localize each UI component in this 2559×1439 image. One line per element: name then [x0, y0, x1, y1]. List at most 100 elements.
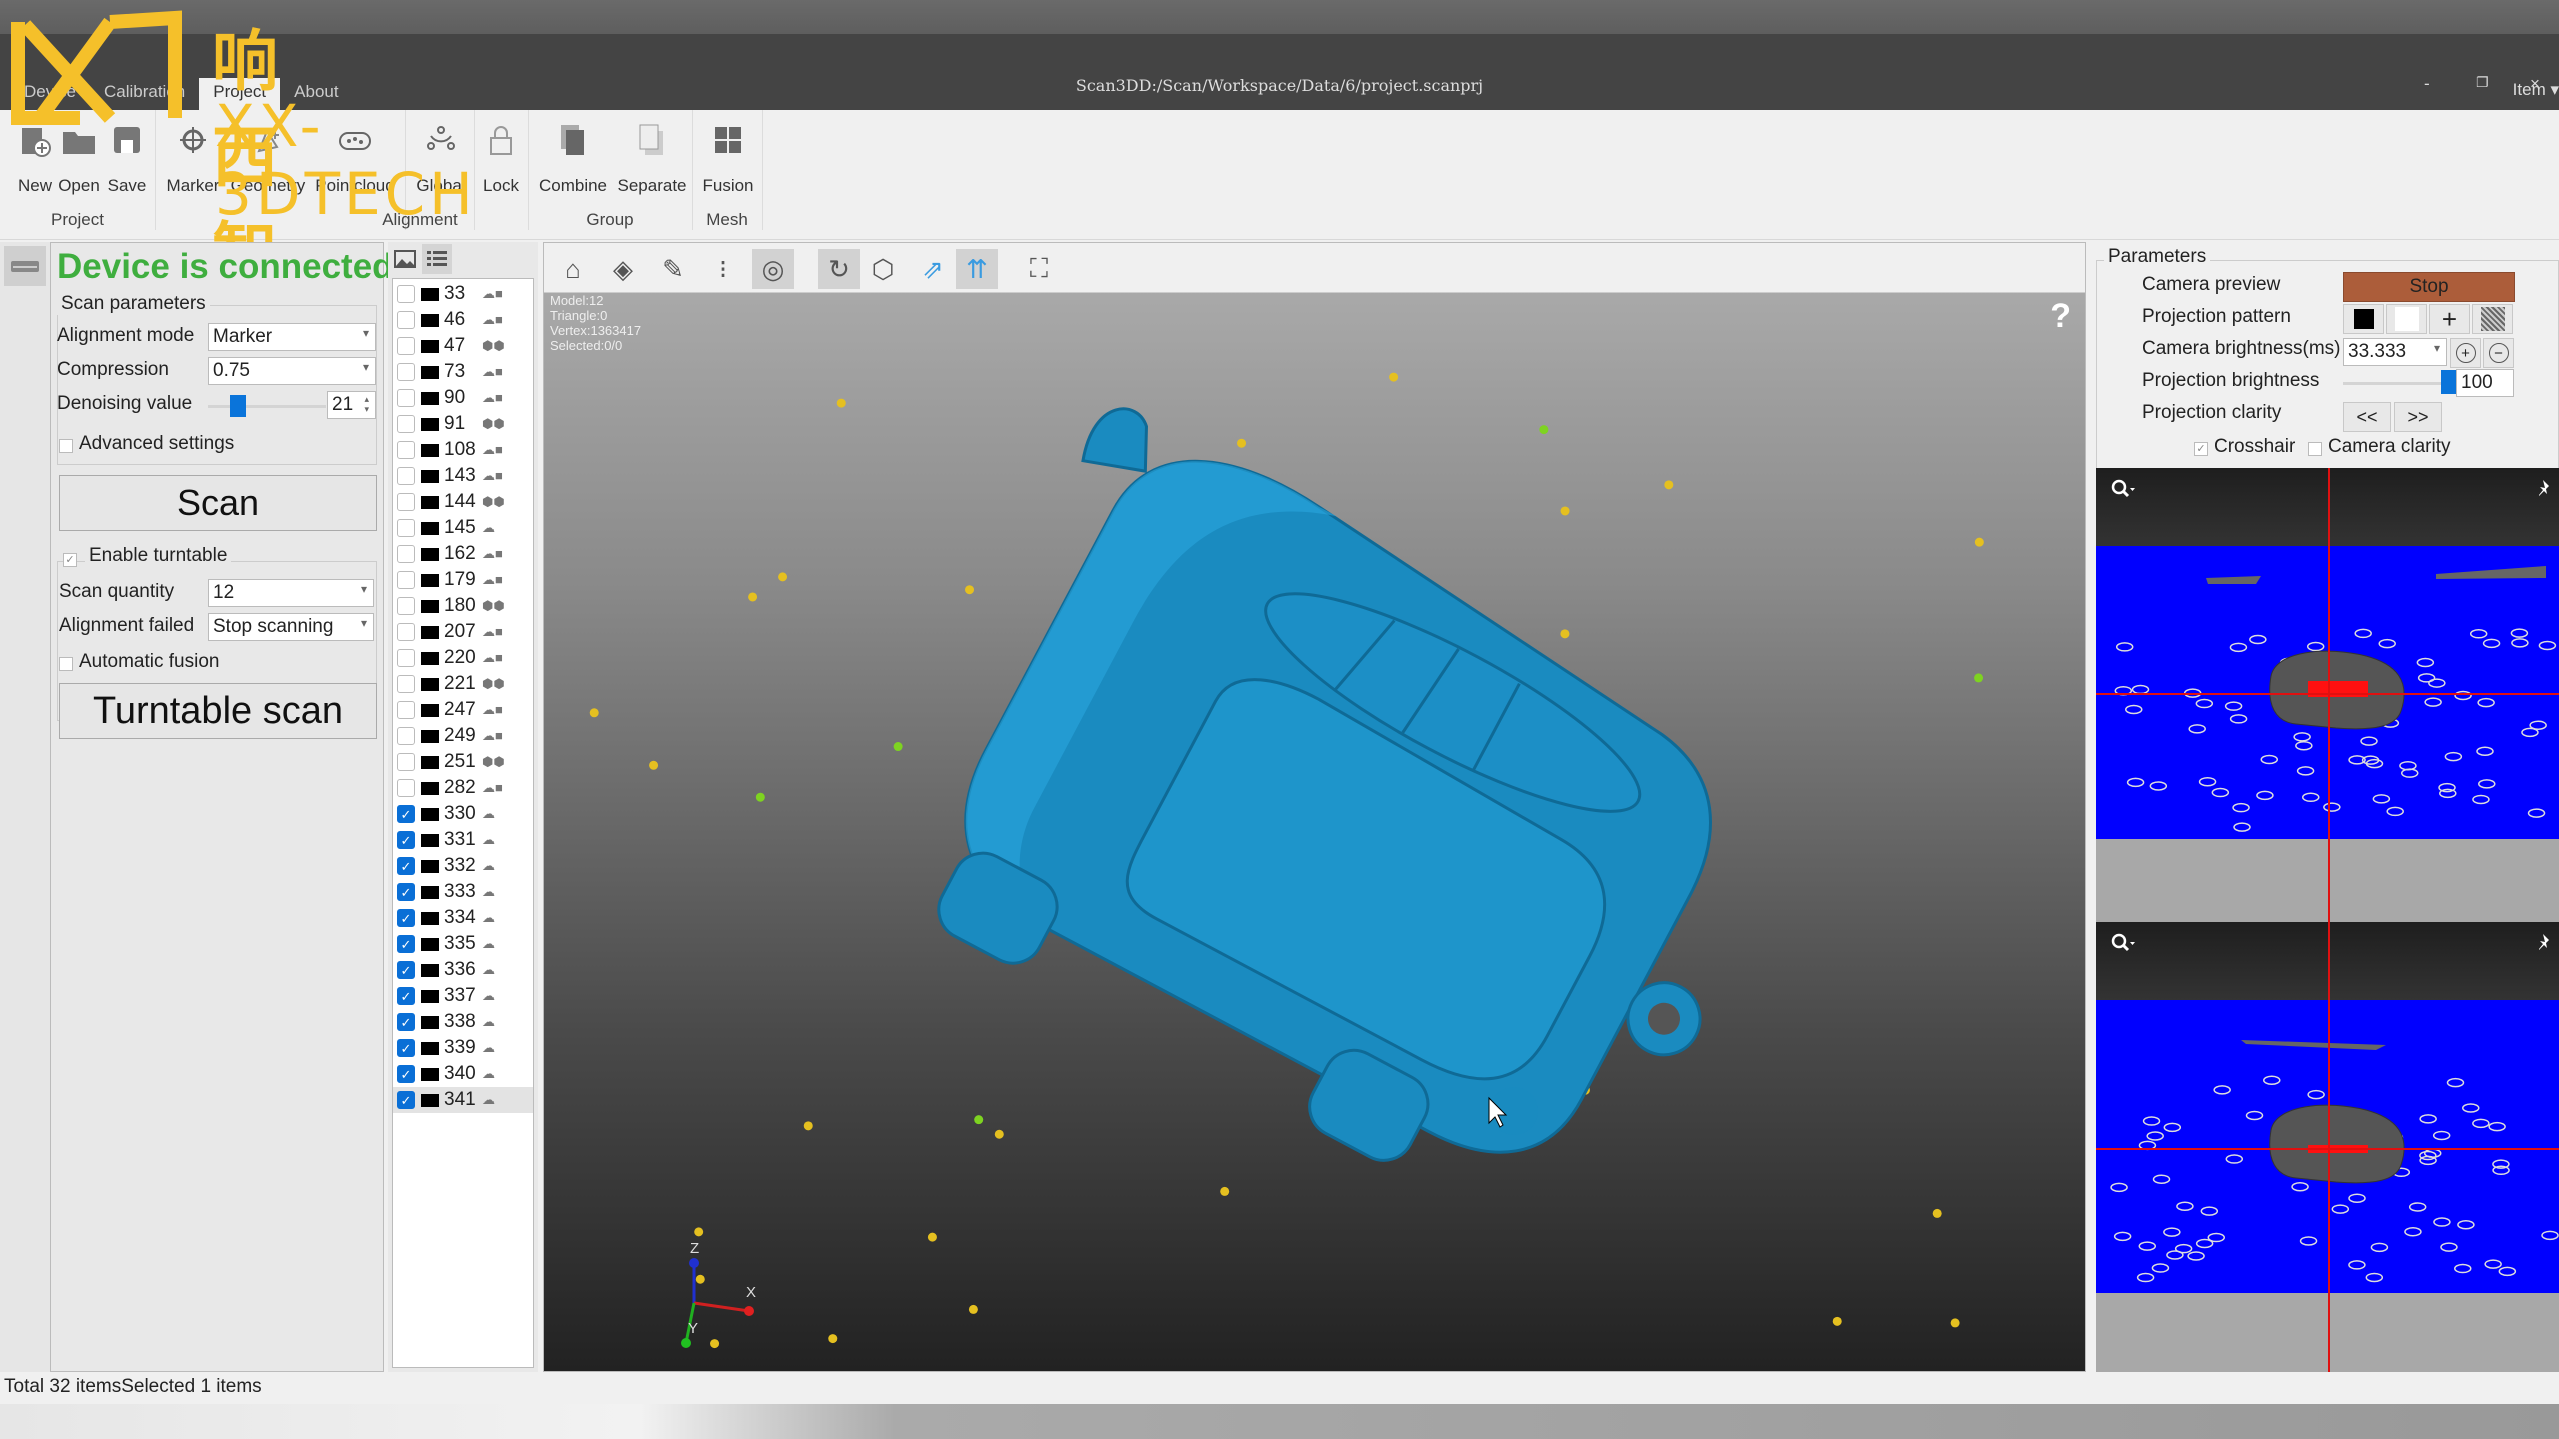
- scan-visibility-checkbox[interactable]: ✓: [397, 883, 415, 901]
- combine-button[interactable]: Combine: [534, 118, 612, 196]
- scan-visibility-checkbox[interactable]: [397, 675, 415, 693]
- turntable-scan-button[interactable]: Turntable scan: [59, 683, 377, 739]
- pointcloud-align-button[interactable]: Pointcloud: [314, 118, 396, 196]
- pattern-white-button[interactable]: [2386, 304, 2427, 334]
- minimize-button[interactable]: -: [2424, 74, 2430, 94]
- plane-through-all-button[interactable]: ⇈: [956, 249, 998, 289]
- marker-align-button[interactable]: Marker: [158, 118, 228, 196]
- scan-visibility-checkbox[interactable]: [397, 701, 415, 719]
- scan-list-item[interactable]: 251 ⬢⬢: [393, 749, 533, 775]
- scan-visibility-checkbox[interactable]: [397, 597, 415, 615]
- scan-visibility-checkbox[interactable]: ✓: [397, 909, 415, 927]
- denoising-slider-thumb[interactable]: [230, 395, 246, 417]
- camera-clarity-checkbox[interactable]: [2308, 442, 2322, 456]
- scan-visibility-checkbox[interactable]: ✓: [397, 1091, 415, 1109]
- scan-visibility-checkbox[interactable]: ✓: [397, 961, 415, 979]
- pin-icon[interactable]: [2533, 478, 2553, 498]
- scan-list-item[interactable]: ✓ 340 ☁: [393, 1061, 533, 1087]
- save-button[interactable]: Save: [92, 118, 162, 196]
- scan-list-item[interactable]: ✓ 331 ☁: [393, 827, 533, 853]
- alignment-mode-select[interactable]: Marker ▾: [208, 323, 376, 351]
- item-menu[interactable]: Item ▾: [2513, 80, 2559, 100]
- separate-button[interactable]: Separate: [612, 118, 692, 196]
- denoising-slider[interactable]: [208, 405, 326, 408]
- scan-visibility-checkbox[interactable]: ✓: [397, 831, 415, 849]
- scan-quantity-select[interactable]: 12 ▾: [208, 579, 374, 607]
- brightness-decrease-button[interactable]: −: [2483, 338, 2514, 368]
- polygon-select-button[interactable]: ⬡: [862, 249, 904, 289]
- enable-turntable-checkbox[interactable]: ✓: [63, 553, 77, 567]
- scan-visibility-checkbox[interactable]: [397, 493, 415, 511]
- clarity-prev-button[interactable]: <<: [2343, 402, 2391, 432]
- scan-list-item[interactable]: ✓ 332 ☁: [393, 853, 533, 879]
- 3d-viewport[interactable]: ⌂ ◈ ✎ ⁝ ◎ ↻ ⬡ ⇗ ⇈ ⛶ Model:12 Triangle:0 Vertex:13…: [543, 242, 2086, 1372]
- scan-list-item[interactable]: 33 ☁■: [393, 281, 533, 307]
- scan-visibility-checkbox[interactable]: [397, 571, 415, 589]
- scan-list-item[interactable]: ✓ 338 ☁: [393, 1009, 533, 1035]
- scan-list-item[interactable]: 282 ☁■: [393, 775, 533, 801]
- circle-select-button[interactable]: ◎: [752, 249, 794, 289]
- scan-list-item[interactable]: 47 ⬢⬢: [393, 333, 533, 359]
- camera-brightness-select[interactable]: 33.333 ▾: [2343, 338, 2447, 366]
- scan-visibility-checkbox[interactable]: [397, 337, 415, 355]
- list-view-button[interactable]: [422, 244, 452, 274]
- scan-list-item[interactable]: 220 ☁■: [393, 645, 533, 671]
- scan-list-item[interactable]: 207 ☁■: [393, 619, 533, 645]
- projection-brightness-slider[interactable]: [2343, 382, 2453, 385]
- camera-view-right[interactable]: [2096, 922, 2559, 1377]
- automatic-fusion-checkbox[interactable]: [59, 657, 73, 671]
- crosshair-checkbox[interactable]: ✓: [2194, 442, 2208, 456]
- zoom-magnifier-icon[interactable]: [2110, 932, 2140, 954]
- measure-tools-button[interactable]: ✎: [652, 249, 694, 289]
- scan-visibility-checkbox[interactable]: [397, 649, 415, 667]
- scan-visibility-checkbox[interactable]: ✓: [397, 935, 415, 953]
- tab-calibration[interactable]: Calibration: [90, 78, 199, 110]
- pattern-black-button[interactable]: [2343, 304, 2384, 334]
- scan-list-item[interactable]: 162 ☁■: [393, 541, 533, 567]
- scan-list-item[interactable]: 91 ⬢⬢: [393, 411, 533, 437]
- scan-visibility-checkbox[interactable]: [397, 441, 415, 459]
- brightness-increase-button[interactable]: +: [2450, 338, 2481, 368]
- fit-view-button[interactable]: ⛶: [1018, 249, 1060, 289]
- mesh-grid-button[interactable]: ◈: [602, 249, 644, 289]
- pattern-cross-button[interactable]: +: [2429, 304, 2470, 334]
- thumbnail-view-button[interactable]: [392, 246, 418, 272]
- point-filter-button[interactable]: ⁝: [702, 249, 744, 289]
- camera-preview-stop-button[interactable]: Stop: [2343, 272, 2515, 302]
- scan-visibility-checkbox[interactable]: ✓: [397, 857, 415, 875]
- scan-visibility-checkbox[interactable]: [397, 389, 415, 407]
- scan-list-item[interactable]: 144 ⬢⬢: [393, 489, 533, 515]
- scan-list-item[interactable]: 143 ☁■: [393, 463, 533, 489]
- tab-device[interactable]: Device: [10, 78, 90, 110]
- geometry-align-button[interactable]: Geometry: [228, 118, 308, 196]
- scan-visibility-checkbox[interactable]: ✓: [397, 1039, 415, 1057]
- scan-visibility-checkbox[interactable]: [397, 311, 415, 329]
- tab-project[interactable]: Project: [199, 78, 281, 110]
- plane-through-button[interactable]: ⇗: [912, 249, 954, 289]
- scan-list-item[interactable]: ✓ 334 ☁: [393, 905, 533, 931]
- clarity-next-button[interactable]: >>: [2394, 402, 2442, 432]
- advanced-settings-checkbox[interactable]: [59, 439, 73, 453]
- scan-list-item[interactable]: 179 ☁■: [393, 567, 533, 593]
- scan-visibility-checkbox[interactable]: ✓: [397, 1013, 415, 1031]
- scan-list-item[interactable]: ✓ 333 ☁: [393, 879, 533, 905]
- lock-button[interactable]: Lock: [466, 118, 536, 196]
- scan-visibility-checkbox[interactable]: [397, 753, 415, 771]
- scan-list-item[interactable]: 90 ☁■: [393, 385, 533, 411]
- scan-list-item[interactable]: 46 ☁■: [393, 307, 533, 333]
- scan-list-item[interactable]: 108 ☁■: [393, 437, 533, 463]
- scan-visibility-checkbox[interactable]: ✓: [397, 805, 415, 823]
- scan-visibility-checkbox[interactable]: [397, 545, 415, 563]
- fusion-button[interactable]: Fusion: [693, 118, 763, 196]
- scan-list-item[interactable]: 249 ☁■: [393, 723, 533, 749]
- restore-button[interactable]: ❐: [2476, 74, 2489, 91]
- scan-visibility-checkbox[interactable]: [397, 779, 415, 797]
- pin-icon[interactable]: [2533, 932, 2553, 952]
- scan-button[interactable]: Scan: [59, 475, 377, 531]
- scan-list-item[interactable]: ✓ 336 ☁: [393, 957, 533, 983]
- scan-list-item[interactable]: 221 ⬢⬢: [393, 671, 533, 697]
- denoising-spinbox[interactable]: 21 ▴ ▾: [327, 391, 376, 419]
- projection-brightness-thumb[interactable]: [2441, 370, 2456, 394]
- scan-list-item[interactable]: ✓ 341 ☁: [393, 1087, 533, 1113]
- scan-list-item[interactable]: ✓ 339 ☁: [393, 1035, 533, 1061]
